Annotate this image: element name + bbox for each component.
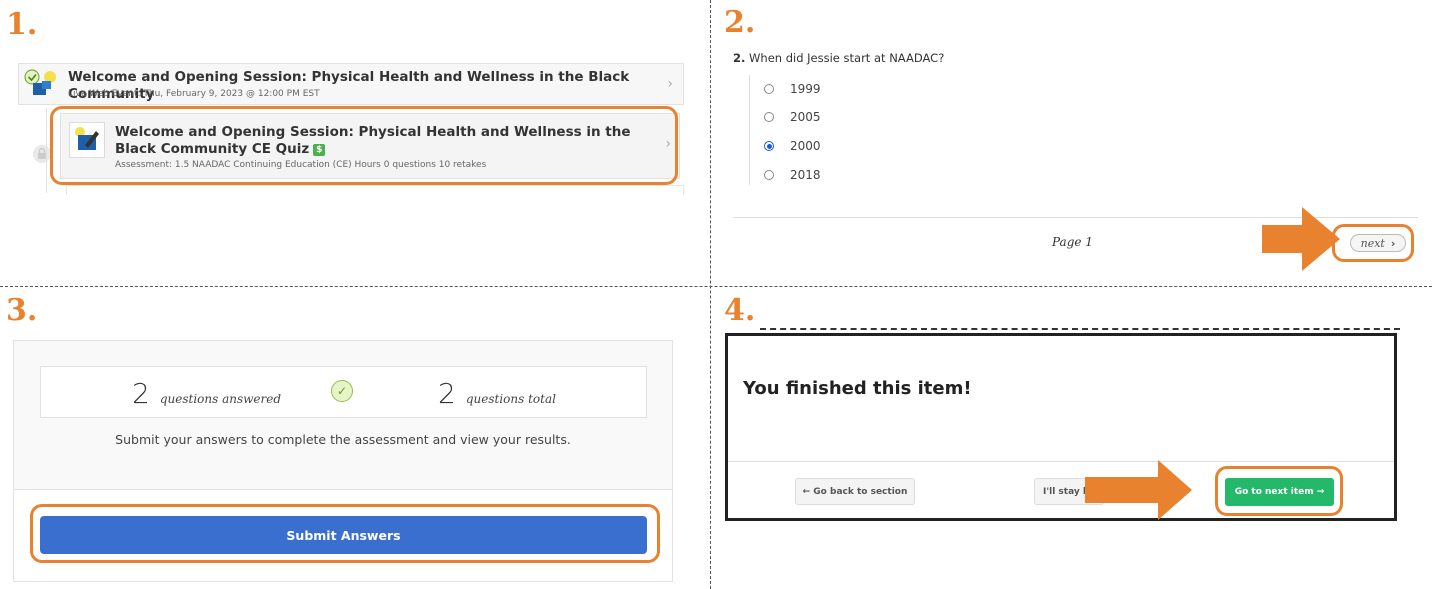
step-number-4: 4. xyxy=(724,293,756,328)
total-label: questions total xyxy=(465,392,556,406)
answered-number: 2 xyxy=(132,377,150,410)
question-prompt: 2. When did Jessie start at NAADAC? xyxy=(733,51,944,65)
option-2018[interactable]: 2018 xyxy=(764,168,821,182)
option-label: 2005 xyxy=(790,110,821,124)
course-item-live-event[interactable]: Welcome and Opening Session: Physical He… xyxy=(18,63,684,105)
question-text: When did Jessie start at NAADAC? xyxy=(749,51,945,65)
tree-connector xyxy=(46,108,47,193)
total-number: 2 xyxy=(438,377,456,410)
go-back-to-section-button[interactable]: ← Go back to section xyxy=(795,478,915,505)
highlight-submit-button xyxy=(30,504,660,563)
step-number-1: 1. xyxy=(6,7,38,42)
option-label: 2018 xyxy=(790,168,821,182)
option-2005[interactable]: 2005 xyxy=(764,110,821,124)
highlight-quiz-item xyxy=(50,106,678,185)
question-number: 2. xyxy=(733,51,746,65)
radio-button[interactable] xyxy=(764,170,774,180)
submit-message: Submit your answers to complete the asse… xyxy=(115,432,571,447)
radio-button-selected[interactable] xyxy=(764,141,774,151)
answered-label: questions answered xyxy=(159,392,282,406)
answered-count: 2 questions answered xyxy=(132,377,281,410)
page-indicator: Page 1 xyxy=(1052,235,1093,249)
total-count: 2 questions total xyxy=(438,377,556,410)
dialog-divider xyxy=(728,461,1394,462)
radio-button[interactable] xyxy=(764,112,774,122)
check-circle-icon: ✓ xyxy=(331,380,353,402)
horizontal-divider xyxy=(0,286,1432,287)
option-2000[interactable]: 2000 xyxy=(764,139,821,153)
lock-icon xyxy=(33,145,51,163)
vertical-divider xyxy=(710,0,711,589)
live-event-icon xyxy=(24,68,58,98)
live-event-subtitle: Live Web Event: Thu, February 9, 2023 @ … xyxy=(68,89,320,99)
options-rule xyxy=(749,75,750,185)
next-course-item-edge xyxy=(66,185,684,195)
arrow-right-icon xyxy=(1085,460,1192,524)
option-label: 1999 xyxy=(790,82,821,96)
radio-button[interactable] xyxy=(764,84,774,94)
arrow-right-icon xyxy=(1262,207,1340,275)
completion-heading: You finished this item! xyxy=(743,378,972,399)
highlight-next-button xyxy=(1332,224,1414,262)
step-number-2: 2. xyxy=(724,5,756,40)
chevron-right-icon: › xyxy=(667,76,673,92)
highlight-next-item-button xyxy=(1215,466,1343,516)
option-1999[interactable]: 1999 xyxy=(764,82,821,96)
option-label: 2000 xyxy=(790,139,821,153)
step-number-3: 3. xyxy=(6,293,38,328)
